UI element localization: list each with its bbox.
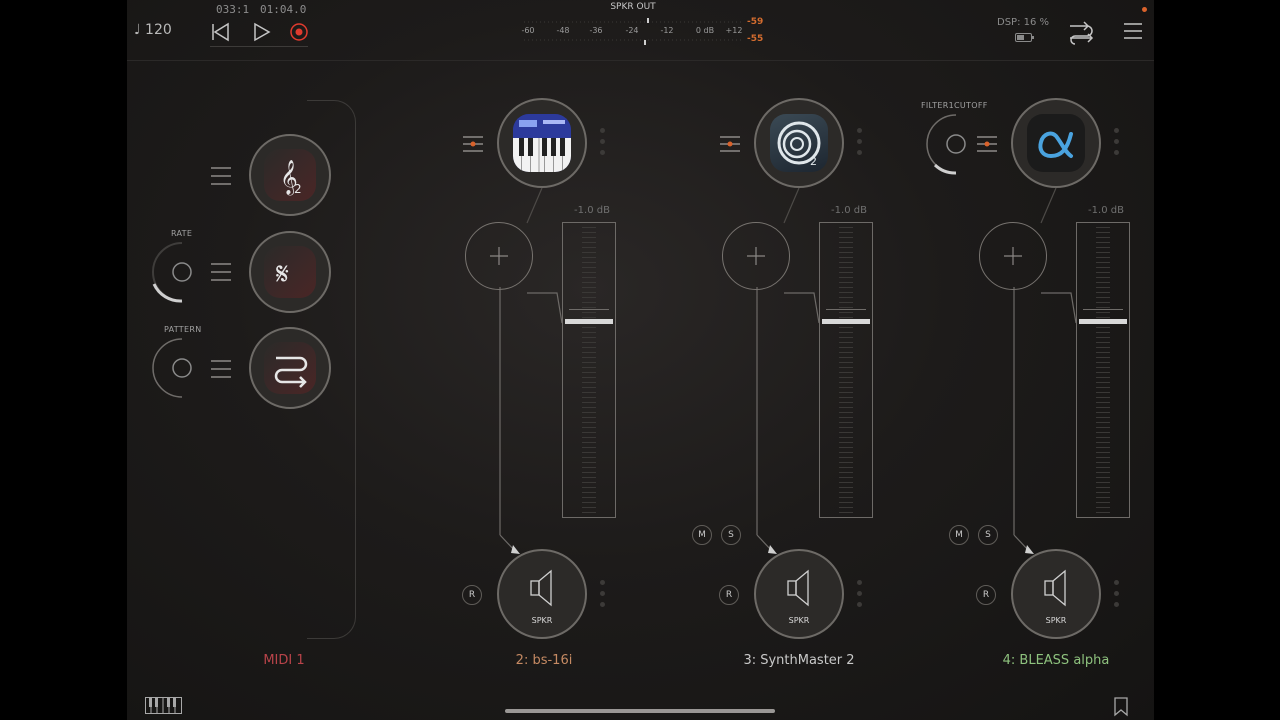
peak-right: -55: [747, 34, 764, 44]
routing-icon[interactable]: [1067, 18, 1095, 46]
midi-plugin-slot[interactable]: 𝄞 2: [249, 134, 331, 216]
meter-tick: -60: [521, 26, 535, 35]
notification-dot: [1142, 7, 1147, 12]
svg-text:𝄋: 𝄋: [276, 257, 289, 292]
drag-handle-icon[interactable]: [210, 166, 232, 186]
battery-icon: [1015, 33, 1034, 42]
home-indicator: [505, 709, 775, 713]
add-effect-button[interactable]: [465, 222, 533, 290]
speaker-icon: [1044, 569, 1066, 607]
rate-knob[interactable]: [149, 239, 215, 305]
record-arm-button[interactable]: R: [976, 585, 996, 605]
treble-clef-icon: 𝄞 2: [280, 160, 302, 196]
meter-tick: -24: [625, 26, 639, 35]
volume-fader[interactable]: [819, 222, 873, 518]
instrument-slot[interactable]: [497, 98, 587, 188]
dsp-load: DSP: 16 %: [997, 17, 1050, 28]
drag-handle-icon[interactable]: [210, 359, 232, 379]
piano-keyboard-icon[interactable]: [145, 697, 183, 715]
volume-db-readout: -1.0 dB: [574, 205, 610, 216]
add-effect-button[interactable]: [722, 222, 790, 290]
instrument-slot[interactable]: [1011, 98, 1101, 188]
volume-fader[interactable]: [1076, 222, 1130, 518]
meter-tick: -48: [556, 26, 570, 35]
meter-tick: 0 dB: [695, 26, 715, 35]
plus-icon: [747, 247, 765, 265]
midi-lane-title[interactable]: MIDI 1: [184, 653, 384, 668]
plus-icon: [490, 247, 508, 265]
plus-icon: [1004, 247, 1022, 265]
top-bar: ♩ 120 033:1 01:04.0 SPKR OUT -60 -48 -36…: [127, 0, 1154, 61]
menu-icon[interactable]: [1122, 20, 1144, 42]
channel-title[interactable]: 4: BLEASS alpha: [956, 653, 1154, 668]
pattern-label: PATTERN: [164, 325, 202, 334]
slot-options-dots[interactable]: [1114, 580, 1119, 613]
svg-text:2: 2: [294, 182, 302, 196]
synthmaster-icon: 2: [777, 121, 821, 168]
mute-button[interactable]: M: [692, 525, 712, 545]
svg-text:2: 2: [810, 155, 817, 168]
fader-handle[interactable]: [1079, 319, 1127, 324]
output-label: SPKR: [788, 616, 810, 625]
parameter-label: FILTER1CUTOFF: [921, 101, 988, 110]
time-position: 01:04.0: [260, 3, 307, 16]
output-label: SPKR: [1045, 616, 1067, 625]
output-label: SPKR: [531, 616, 553, 625]
volume-fader[interactable]: [562, 222, 616, 518]
tempo-display[interactable]: ♩ 120: [134, 22, 172, 38]
alpha-icon: [1038, 131, 1073, 159]
meter-tick: -12: [660, 26, 674, 35]
rewind-icon[interactable]: [210, 22, 230, 42]
segno-icon: 𝄋: [276, 257, 289, 292]
record-arm-button[interactable]: R: [719, 585, 739, 605]
rate-label: RATE: [171, 229, 193, 238]
slot-options-dots[interactable]: [857, 580, 862, 613]
output-slot[interactable]: SPKR: [754, 549, 844, 639]
plugin-settings-icon[interactable]: [976, 135, 998, 153]
fader-handle[interactable]: [565, 319, 613, 324]
midi-plugin-slot[interactable]: [249, 327, 331, 409]
volume-db-readout: -1.0 dB: [831, 205, 867, 216]
channel-title[interactable]: 3: SynthMaster 2: [699, 653, 899, 668]
instrument-slot[interactable]: 2: [754, 98, 844, 188]
speaker-icon: [787, 569, 809, 607]
volume-db-readout: -1.0 dB: [1088, 205, 1124, 216]
app-window: ♩ 120 033:1 01:04.0 SPKR OUT -60 -48 -36…: [127, 0, 1154, 720]
channel-title[interactable]: 2: bs-16i: [444, 653, 644, 668]
keyboard-icon: [513, 114, 571, 172]
pattern-knob[interactable]: [149, 335, 215, 401]
peak-left: -59: [747, 17, 764, 27]
output-slot[interactable]: SPKR: [1011, 549, 1101, 639]
plugin-settings-icon[interactable]: [719, 135, 741, 153]
drag-handle-icon[interactable]: [210, 262, 232, 282]
arpeggiator-icon: [274, 356, 308, 388]
play-icon[interactable]: [252, 22, 272, 42]
speaker-icon: [530, 569, 552, 607]
bar-position: 033:1: [216, 3, 250, 16]
output-slot[interactable]: SPKR: [497, 549, 587, 639]
output-meter-title: SPKR OUT: [610, 2, 656, 12]
slot-options-dots[interactable]: [600, 128, 605, 161]
record-icon[interactable]: [289, 22, 309, 42]
bookmark-icon[interactable]: [1113, 697, 1129, 717]
plugin-settings-icon[interactable]: [462, 135, 484, 153]
mute-button[interactable]: M: [949, 525, 969, 545]
slot-options-dots[interactable]: [857, 128, 862, 161]
record-arm-button[interactable]: R: [462, 585, 482, 605]
slot-options-dots[interactable]: [600, 580, 605, 613]
slot-options-dots[interactable]: [1114, 128, 1119, 161]
add-effect-button[interactable]: [979, 222, 1047, 290]
fader-handle[interactable]: [822, 319, 870, 324]
midi-plugin-slot[interactable]: 𝄋: [249, 231, 331, 313]
meter-tick: +12: [725, 26, 743, 35]
meter-tick: -36: [589, 26, 603, 35]
position-divider: [210, 46, 308, 47]
